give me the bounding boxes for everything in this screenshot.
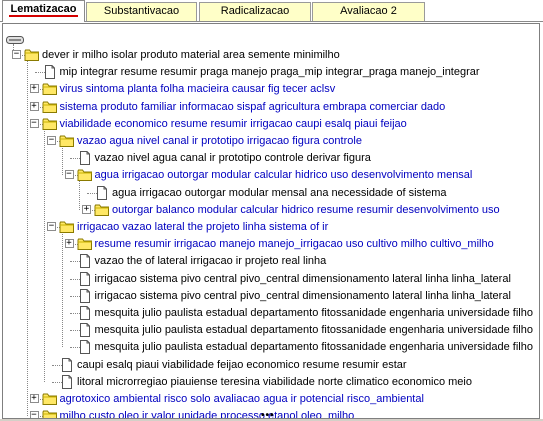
tree-node-label[interactable]: vazao the of lateral irrigacao ir projet…: [95, 254, 327, 268]
tree-node-label[interactable]: agua irrigacao outorgar modular mensal a…: [112, 186, 446, 200]
tree-node-label[interactable]: mesquita julio paulista estadual departa…: [95, 323, 533, 337]
document-icon: [77, 150, 93, 166]
tree-folder-node[interactable]: + agrotoxico ambiental risco solo avaliac…: [3, 390, 539, 408]
tree-leaf-node[interactable]: vazao nivel agua canal ir prototipo cont…: [3, 149, 539, 167]
topic-tree: − dever ir milho isolar produto material …: [3, 24, 539, 418]
collapse-toggle[interactable]: −: [64, 170, 74, 180]
document-icon: [94, 185, 110, 201]
tab-label: Substantivacao: [103, 5, 180, 17]
tree-folder-node[interactable]: + outorgar balanco modular calcular hidri…: [3, 201, 539, 219]
collapse-toggle[interactable]: −: [12, 50, 21, 59]
tree-folder-node[interactable]: + virus sintoma planta folha macieira cau…: [3, 80, 539, 98]
document-icon: [59, 374, 75, 390]
tree-leaf-node[interactable]: vazao the of lateral irrigacao ir projet…: [3, 252, 539, 270]
tree-panel[interactable]: − dever ir milho isolar produto material …: [2, 23, 540, 419]
tree-leaf-node[interactable]: mesquita julio paulista estadual departa…: [3, 304, 539, 322]
folder-icon: [42, 408, 58, 418]
tree-node-label[interactable]: litoral microrregiao piauiense teresina …: [77, 375, 472, 389]
folder-icon: [24, 47, 40, 63]
folder-icon: [77, 167, 93, 183]
tree-node-label[interactable]: vazao nivel agua canal ir prototipo cont…: [95, 151, 371, 165]
tree-node-label[interactable]: irrigacao sistema pivo central pivo_cent…: [95, 289, 511, 303]
document-icon: [59, 357, 75, 373]
tree-folder-node[interactable]: − agua irrigacao outorgar modular calcula…: [3, 166, 539, 184]
folder-icon: [59, 219, 75, 235]
folder-icon: [77, 236, 93, 252]
tab-bar: Lematizacao Substantivacao Radicalizacao…: [0, 0, 543, 22]
tree-folder-node[interactable]: − dever ir milho isolar produto material …: [3, 46, 539, 64]
collapse-toggle[interactable]: −: [47, 222, 56, 231]
document-icon: [42, 64, 58, 80]
document-icon: [77, 322, 93, 338]
collapse-toggle[interactable]: −: [29, 118, 39, 128]
document-icon: [77, 305, 93, 321]
tree-node-label[interactable]: agua irrigacao outorgar modular calcular…: [95, 168, 473, 182]
document-icon: [77, 288, 93, 304]
tree-leaf-node[interactable]: mip integrar resume resumir praga manejo…: [3, 63, 539, 81]
tree-node-label[interactable]: irrigacao vazao lateral the projeto linh…: [77, 220, 328, 234]
folder-icon: [42, 391, 58, 407]
tree-leaf-node[interactable]: litoral microrregiao piauiense teresina …: [3, 373, 539, 391]
tree-node-label[interactable]: mesquita julio paulista estadual departa…: [95, 306, 533, 320]
tree-node-label[interactable]: mip integrar resume resumir praga manejo…: [60, 65, 480, 79]
expand-toggle[interactable]: +: [82, 204, 91, 214]
tab-label: Lematizacao: [9, 3, 78, 17]
tree-leaf-node[interactable]: mesquita julio paulista estadual departa…: [3, 321, 539, 339]
tree-folder-node[interactable]: − irrigacao vazao lateral the projeto lin…: [3, 218, 539, 236]
tab-substantivacao[interactable]: Substantivacao: [86, 2, 197, 21]
folder-icon: [42, 81, 58, 97]
folder-icon: [42, 99, 58, 115]
collapse-toggle[interactable]: −: [29, 411, 39, 418]
document-icon: [77, 271, 93, 287]
tree-node-label[interactable]: sistema produto familiar informacao sisp…: [60, 100, 446, 114]
folder-icon: [94, 202, 110, 218]
tree-node-label[interactable]: outorgar balanco modular calcular hidric…: [112, 203, 500, 217]
tree-node-label[interactable]: resume resumir irrigacao manejo manejo_i…: [95, 237, 494, 251]
tree-node-label[interactable]: mesquita julio paulista estadual departa…: [95, 340, 533, 354]
expand-toggle[interactable]: +: [29, 101, 39, 111]
tree-folder-node[interactable]: − viabilidade economico resume resumir ir…: [3, 115, 539, 133]
tree-leaf-node[interactable]: agua irrigacao outorgar modular mensal a…: [3, 184, 539, 202]
document-icon: [77, 253, 93, 269]
tree-node-label[interactable]: virus sintoma planta folha macieira caus…: [60, 82, 336, 96]
tab-radicalizacao[interactable]: Radicalizacao: [199, 2, 311, 21]
expand-toggle[interactable]: +: [64, 239, 74, 249]
tree-folder-node[interactable]: + resume resumir irrigacao manejo manejo_…: [3, 235, 539, 253]
tree-node-label[interactable]: agrotoxico ambiental risco solo avaliaca…: [60, 392, 424, 406]
expand-toggle[interactable]: +: [29, 394, 39, 403]
collapse-toggle[interactable]: −: [47, 136, 56, 145]
tree-node-label[interactable]: milho custo oleo ir valor unidade proces…: [60, 409, 355, 418]
more-indicator: •••: [261, 410, 275, 419]
tree-leaf-node[interactable]: caupi esalq piaui viabilidade feijao eco…: [3, 356, 539, 374]
tree-leaf-node[interactable]: irrigacao sistema pivo central pivo_cent…: [3, 270, 539, 288]
tab-label: Radicalizacao: [220, 5, 290, 17]
tree-node-label[interactable]: vazao agua nivel canal ir prototipo irri…: [77, 134, 362, 148]
tab-label: Avaliacao 2: [340, 5, 397, 17]
folder-icon: [59, 133, 75, 149]
tree-node-label[interactable]: irrigacao sistema pivo central pivo_cent…: [95, 272, 511, 286]
tree-leaf-node[interactable]: mesquita julio paulista estadual departa…: [3, 338, 539, 356]
expand-toggle[interactable]: +: [29, 84, 39, 94]
tab-lematizacao[interactable]: Lematizacao: [2, 0, 85, 22]
tree-node-label[interactable]: viabilidade economico resume resumir irr…: [60, 117, 407, 131]
tree-folder-node[interactable]: + sistema produto familiar informacao sis…: [3, 98, 539, 116]
tree-folder-node[interactable]: − vazao agua nivel canal ir prototipo irr…: [3, 132, 539, 150]
tab-avaliacao-2[interactable]: Avaliacao 2: [312, 2, 425, 21]
tree-leaf-node[interactable]: irrigacao sistema pivo central pivo_cent…: [3, 287, 539, 305]
tree-node-label[interactable]: dever ir milho isolar produto material a…: [42, 48, 340, 62]
tree-node-label[interactable]: caupi esalq piaui viabilidade feijao eco…: [77, 358, 407, 372]
document-icon: [77, 339, 93, 355]
folder-icon: [42, 116, 58, 132]
